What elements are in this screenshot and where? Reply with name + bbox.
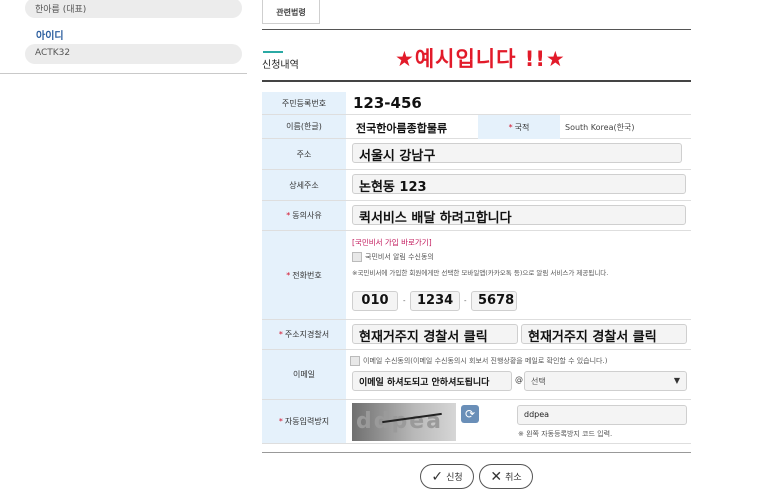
phone-label: * 전화번호 <box>262 231 346 319</box>
id-value[interactable]: ACTK32 <box>25 44 242 64</box>
list-item-label: 한아름 (대표) <box>35 5 87 15</box>
captcha-label: * 자동입력방지 <box>262 400 346 443</box>
captcha-input[interactable]: ddpea <box>517 405 687 425</box>
detail-address-input[interactable]: 논현동 123 <box>352 174 686 194</box>
phone-last-input[interactable]: 5678 <box>471 291 517 311</box>
check-icon: ✓ <box>431 468 444 485</box>
form-row-id: 주민등록번호 123-456 <box>262 92 691 115</box>
name-label: 이름(한글) <box>262 115 346 138</box>
secretary-consent-checkbox[interactable] <box>352 252 362 262</box>
email-domain-select[interactable]: 선택 ▼ <box>524 371 687 391</box>
address-input[interactable]: 서울시 강남구 <box>352 143 682 163</box>
captcha-note: ※ 왼쪽 자동등록방지 코드 입력. <box>518 430 613 438</box>
example-banner: ★예시입니다 !!★ <box>395 47 566 71</box>
nation-label: * 국적 <box>478 115 560 139</box>
phone-prefix-input[interactable]: 010 <box>352 291 398 311</box>
application-form: 주민등록번호 123-456 이름(한글) 전국한아름종합물류 * 국적 Sout… <box>262 80 691 453</box>
close-icon: ✕ <box>490 468 503 485</box>
captcha-text: ddpea <box>356 409 444 434</box>
phone-middle-input[interactable]: 1234 <box>410 291 460 311</box>
tab-related-laws[interactable]: 관련법령 <box>262 0 320 24</box>
email-id-input[interactable]: 이메일 하셔도되고 안하셔도됩니다 <box>352 371 512 391</box>
form-row-email: 이메일 이메일 수신동의(이메일 수신동의시 회보서 진행상황을 메일로 확인할… <box>262 350 691 400</box>
reason-label: * 동의사유 <box>262 201 346 230</box>
police-station-select-2[interactable]: 현재거주지 경찰서 클릭 <box>521 324 687 344</box>
form-row-reason: * 동의사유 퀵서비스 배달 하려고합니다 <box>262 201 691 231</box>
email-label: 이메일 <box>262 350 346 399</box>
police-station-select[interactable]: 현재거주지 경찰서 클릭 <box>352 324 518 344</box>
tab-bar: 관련법령 <box>262 0 691 30</box>
form-row-captcha: * 자동입력방지 ddpea ⟳ ddpea ※ 왼쪽 자동등록방지 코드 입력. <box>262 400 691 444</box>
apply-button[interactable]: ✓ 신청 <box>420 464 474 489</box>
email-consent-checkbox[interactable] <box>350 356 360 366</box>
list-item[interactable]: 한아름 (대표) <box>25 0 242 18</box>
section-accent <box>263 51 283 53</box>
detail-address-label: 상세주소 <box>262 170 346 200</box>
id-heading: 아이디 <box>36 31 64 42</box>
cancel-button[interactable]: ✕ 취소 <box>479 464 533 489</box>
refresh-icon[interactable]: ⟳ <box>461 405 479 423</box>
captcha-image: ddpea <box>352 403 456 441</box>
form-row-name: 이름(한글) 전국한아름종합물류 * 국적 South Korea(한국) <box>262 115 691 139</box>
id-number-label: 주민등록번호 <box>262 92 346 114</box>
left-panel: 한아름 (대표) 아이디 ACTK32 <box>0 0 247 74</box>
section-title: 신청내역 <box>262 60 299 71</box>
id-value-text: ACTK32 <box>35 48 71 58</box>
id-number-value: 123-456 <box>353 94 422 112</box>
address-label: 주소 <box>262 139 346 169</box>
form-row-police: * 주소지경찰서 현재거주지 경찰서 클릭 현재거주지 경찰서 클릭 <box>262 320 691 350</box>
form-row-address: 주소 서울시 강남구 <box>262 139 691 170</box>
police-label: * 주소지경찰서 <box>262 320 346 349</box>
form-row-detail-address: 상세주소 논현동 123 <box>262 170 691 201</box>
reason-input[interactable]: 퀵서비스 배달 하려고합니다 <box>352 205 686 225</box>
form-row-phone: * 전화번호 [국민비서 가입 바로가기] 국민비서 알림 수신동의 ※국민비서에… <box>262 231 691 320</box>
chevron-down-icon: ▼ <box>673 376 680 385</box>
